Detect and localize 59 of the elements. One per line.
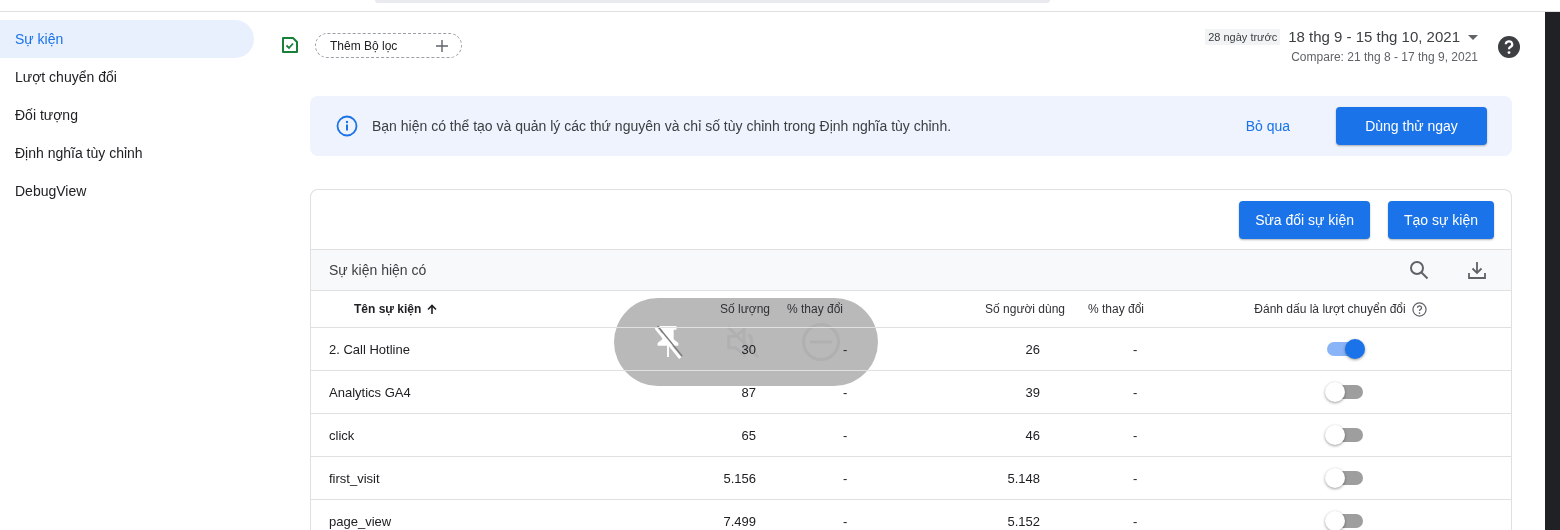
muted-speaker-icon[interactable] [724,323,762,361]
sidebar-item[interactable]: Lượt chuyển đổi [0,58,254,96]
event-name: click [329,427,355,443]
column-header[interactable]: Tên sự kiện [354,302,422,316]
users-change: - [1133,470,1138,486]
download-icon[interactable] [1467,260,1487,280]
users-change: - [1133,427,1138,443]
help-icon[interactable] [1498,36,1520,58]
count-change: - [843,384,848,400]
count-change: - [843,427,848,443]
edit-event-button[interactable]: Sửa đổi sự kiện [1239,201,1371,239]
count-change: - [843,470,848,486]
banner-message: Bạn hiện có thể tạo và quản lý các thứ nguyên và chỉ số tùy chỉnh trong Định nghĩa tùy chỉnh. [372,118,953,134]
count-change: - [843,513,848,529]
compare-range: Compare: 21 thg 8 - 17 thg 9, 2021 [1291,50,1478,64]
conversion-toggle[interactable] [1326,471,1363,485]
caret-icon [1468,34,1478,40]
event-count: 30 [741,341,756,357]
event-count: 65 [741,427,756,443]
user-count: 46 [1025,427,1040,443]
event-count: 5.156 [723,470,756,486]
count-change: - [843,341,848,357]
event-name: page_view [329,513,392,529]
plus-icon [435,38,449,53]
date-preset-label: 28 ngày trước [1205,28,1281,45]
column-header: % thay đổi [1088,302,1145,316]
column-header: Số lượng [720,302,770,316]
conversion-toggle[interactable] [1326,428,1363,442]
table-title: Sự kiện hiện có [329,262,428,278]
conversion-toggle[interactable] [1326,342,1363,356]
info-icon [336,115,358,137]
create-event-button[interactable]: Tạo sự kiện [1388,201,1494,239]
user-count: 5.152 [1007,513,1040,529]
user-count: 26 [1025,341,1040,357]
conversion-toggle[interactable] [1326,514,1363,528]
try-now-button[interactable]: Dùng thử ngay [1336,107,1487,145]
users-change: - [1133,341,1138,357]
event-count: 87 [741,384,756,400]
sidebar-item[interactable]: Sự kiện [0,20,254,58]
column-header: Đánh dấu là lượt chuyển đổi [1254,302,1406,316]
column-header: Số người dùng [985,302,1065,316]
event-name: first_visit [329,470,380,486]
event-count: 7.499 [723,513,756,529]
sidebar-item[interactable]: Đối tượng [0,96,254,134]
document-check-icon[interactable] [281,36,299,54]
dismiss-link[interactable]: Bỏ qua [1245,110,1290,142]
help-icon[interactable] [1411,301,1427,317]
users-change: - [1133,513,1138,529]
users-change: - [1133,384,1138,400]
user-count: 5.148 [1007,470,1040,486]
event-name: Analytics GA4 [329,384,411,400]
conversion-toggle[interactable] [1326,385,1363,399]
user-count: 39 [1025,384,1040,400]
search-icon[interactable] [1409,260,1429,280]
event-name: 2. Call Hotline [329,341,410,357]
date-range-dropdown[interactable]: 18 thg 9 - 15 thg 10, 2021 [1288,28,1478,45]
sidebar-item[interactable]: DebugView [0,172,254,210]
sidebar-item[interactable]: Định nghĩa tùy chỉnh [0,134,254,172]
column-header: % thay đổi [787,302,844,316]
